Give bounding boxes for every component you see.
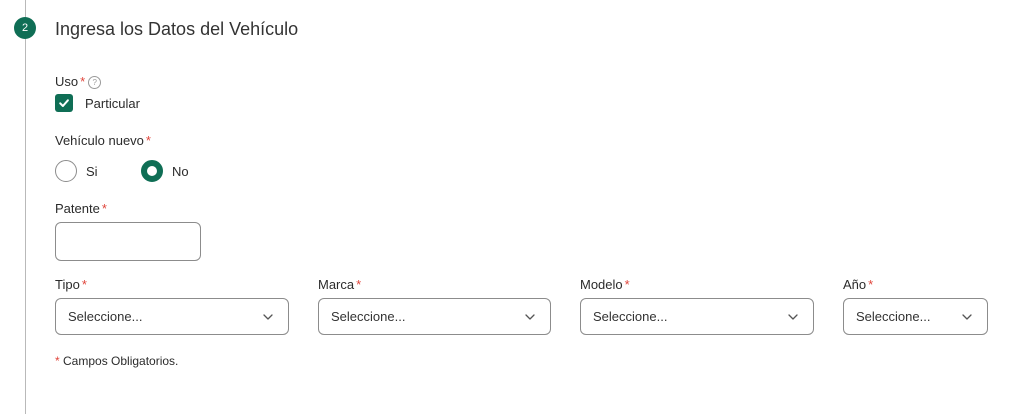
chevron-down-icon [787,311,799,323]
tipo-label-text: Tipo [55,277,80,292]
required-asterisk: * [624,277,630,292]
required-asterisk: * [356,277,362,292]
marca-label-text: Marca [318,277,355,292]
radio-no[interactable] [141,160,163,182]
radio-si[interactable] [55,160,77,182]
modelo-label-text: Modelo [580,277,623,292]
anio-select-value: Seleccione... [856,309,931,324]
anio-select[interactable]: Seleccione... [843,298,988,335]
required-asterisk: * [868,277,874,292]
radio-no-label: No [172,163,189,179]
patente-label-text: Patente [55,201,100,216]
radio-option-no[interactable]: No [141,159,189,183]
radio-si-label: Si [86,163,98,179]
check-icon [59,99,69,107]
modelo-select[interactable]: Seleccione... [580,298,814,335]
required-fields-note-text: Campos Obligatorios. [59,354,179,368]
marca-select[interactable]: Seleccione... [318,298,551,335]
radio-option-si[interactable]: Si [55,159,98,183]
vehicle-data-step: 2 Ingresa los Datos del Vehículo Uso *? P… [0,0,1024,414]
uso-label-text: Uso [55,74,79,89]
section-title: Ingresa los Datos del Vehículo [55,19,299,39]
modelo-label: Modelo * [580,277,630,293]
required-asterisk: * [80,74,86,89]
step-number-badge: 2 [14,17,36,39]
tipo-select-value: Seleccione... [68,309,143,324]
patente-input[interactable] [55,222,201,261]
question-circle-icon[interactable]: ? [88,76,102,89]
chevron-down-icon [524,311,536,323]
marca-label: Marca * [318,277,361,293]
required-asterisk: * [101,201,107,216]
stepper-line [25,0,26,414]
tipo-select[interactable]: Seleccione... [55,298,289,335]
tipo-label: Tipo * [55,277,87,293]
uso-label: Uso *? [55,74,102,90]
vehiculo-nuevo-label-text: Vehículo nuevo [55,133,144,148]
chevron-down-icon [961,311,973,323]
particular-checkbox[interactable] [55,94,73,112]
marca-select-value: Seleccione... [331,309,406,324]
vehiculo-nuevo-label: Vehículo nuevo * [55,133,151,149]
anio-label-text: Año [843,277,867,292]
anio-label: Año * [843,277,873,293]
required-asterisk: * [145,133,151,148]
required-fields-note: * Campos Obligatorios. [55,354,178,368]
patente-label: Patente * [55,201,107,217]
required-asterisk: * [81,277,87,292]
modelo-select-value: Seleccione... [593,309,668,324]
chevron-down-icon [262,311,274,323]
uso-particular-option[interactable]: Particular [55,94,140,112]
particular-label: Particular [85,95,140,111]
